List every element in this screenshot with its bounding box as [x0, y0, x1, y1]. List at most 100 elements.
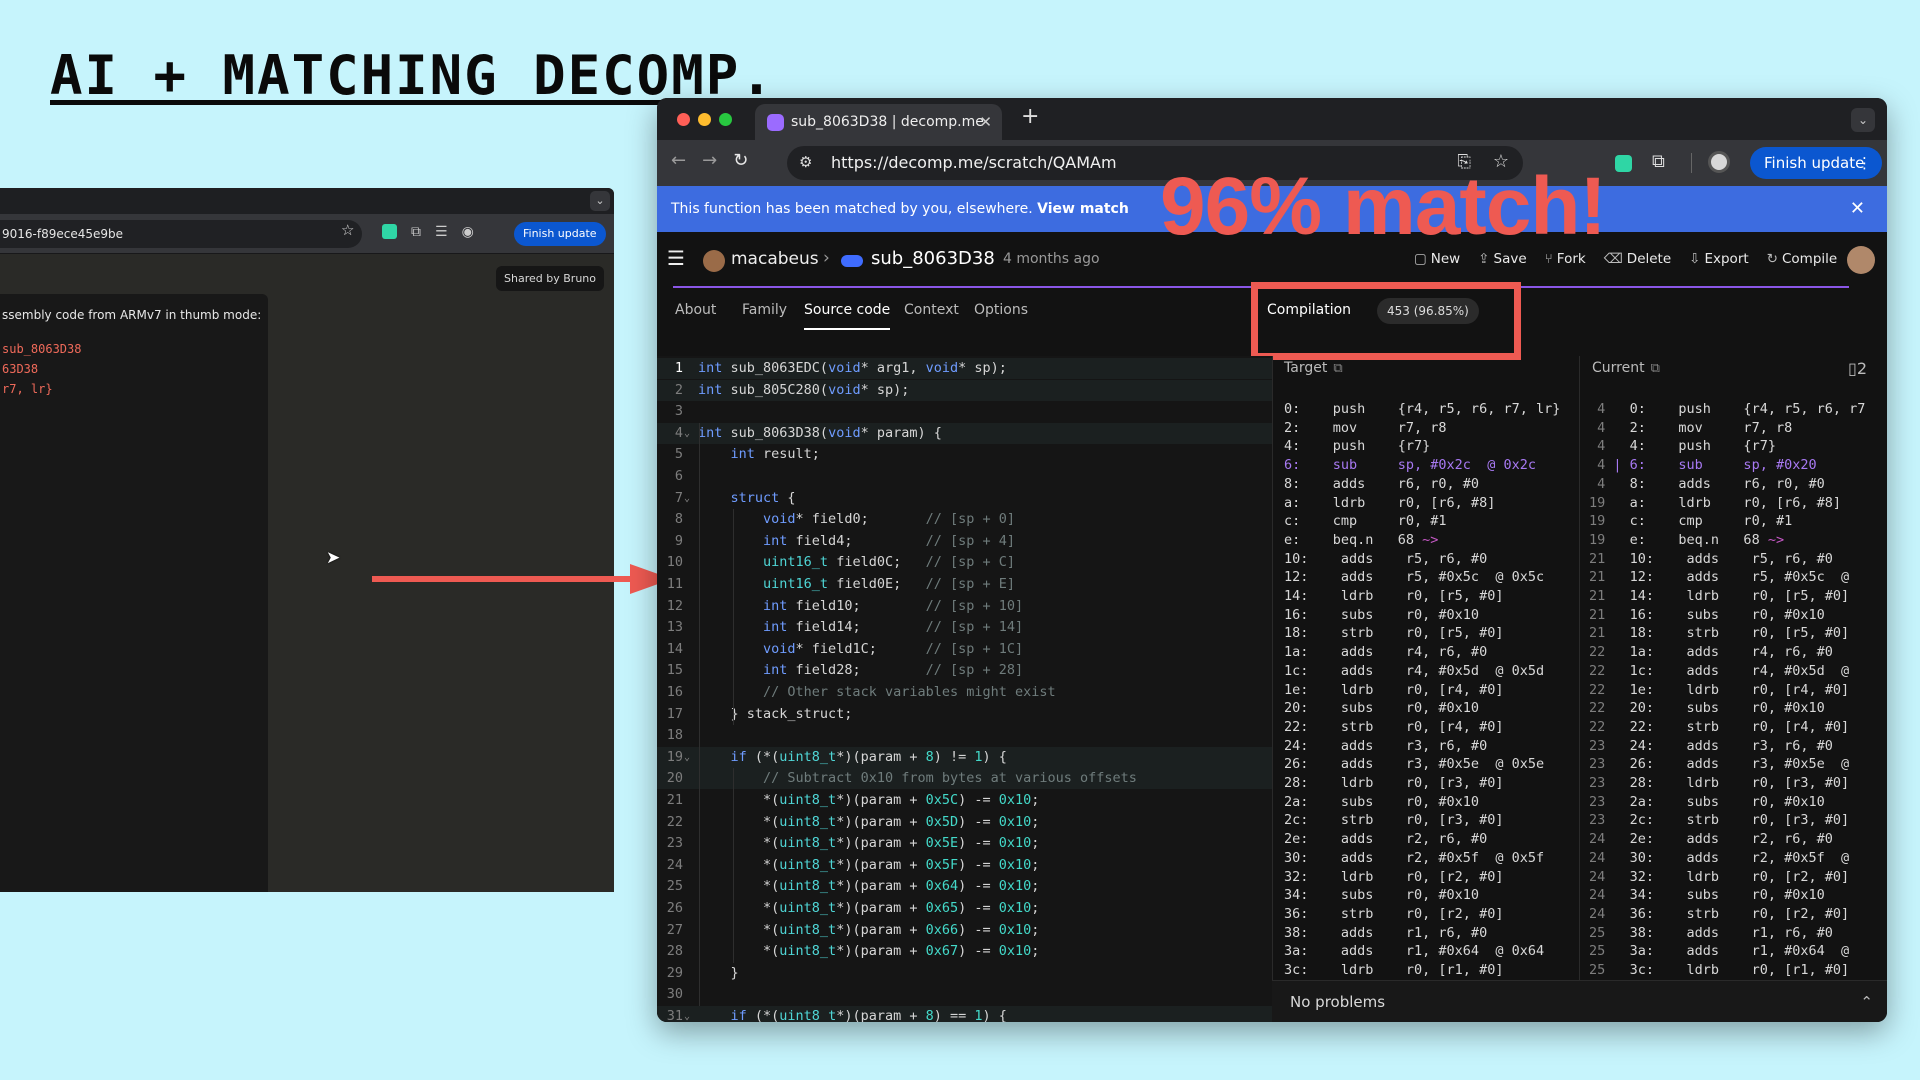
back-icon[interactable]: ← [671, 150, 686, 171]
code-line[interactable]: 24 *(uint8_t*)(param + 0x5F) -= 0x10; [657, 855, 1272, 876]
code-line[interactable]: 30 [657, 984, 1272, 1005]
puzzle-icon[interactable]: ⧉ [1652, 151, 1665, 172]
problems-bar[interactable]: No problems ⌃ [1272, 980, 1887, 1022]
fold-chevron-icon[interactable]: ⌄ [684, 747, 690, 768]
source-code-editor[interactable]: 1 int sub_8063EDC(void* arg1, void* sp); 2… [657, 356, 1272, 1022]
code-line[interactable]: 5 int result; [657, 444, 1272, 465]
fold-chevron-icon[interactable]: ⌄ [684, 423, 690, 444]
browser-tab[interactable]: sub_8063D38 | decomp.me ✕ [755, 104, 1002, 140]
new-tab-icon[interactable]: + [1021, 104, 1039, 129]
asm-line: 4 0: push {r4, r5, r6, r7 [1589, 401, 1866, 417]
code-line[interactable]: 3 [657, 401, 1272, 422]
asm-line: 21 12: adds r5, #0x5c @ [1589, 569, 1850, 586]
code-line[interactable]: 7 ⌄ struct { [657, 488, 1272, 509]
asm-line: 25 3c: ldrb r0, [r1, #0] [1589, 962, 1850, 978]
extension-icon[interactable] [1615, 155, 1632, 172]
code-line[interactable]: 16 // Other stack variables might exist [657, 682, 1272, 703]
code-line[interactable]: 2 int sub_805C280(void* sp); [657, 379, 1272, 401]
code-line[interactable]: 1 int sub_8063EDC(void* arg1, void* sp); [657, 358, 1272, 379]
hamburger-menu-icon[interactable]: ☰ [667, 246, 685, 270]
reload-icon[interactable]: ↻ [733, 150, 748, 171]
fold-chevron-icon[interactable]: ⌄ [684, 1006, 690, 1022]
code-line[interactable]: 23 *(uint8_t*)(param + 0x5E) -= 0x10; [657, 833, 1272, 854]
code-line[interactable]: 9 int field4; // [sp + 4] [657, 531, 1272, 552]
code-line[interactable]: 15 int field28; // [sp + 28] [657, 660, 1272, 681]
url-text[interactable]: https://decomp.me/scratch/QAMAm [831, 146, 1117, 180]
minimize-window-icon[interactable] [698, 113, 711, 126]
code-line[interactable]: 31 ⌄ if (*(uint8_t*)(param + 8) == 1) { [657, 1006, 1272, 1022]
asm-line: 12: adds r5, #0x5c @ 0x5c [1284, 569, 1545, 586]
tab-close-icon[interactable]: ✕ [979, 104, 992, 140]
bg-finish-update-button[interactable]: Finish update [514, 222, 606, 246]
line-number: 21 [666, 792, 683, 808]
code-text: } stack_struct; [698, 705, 853, 722]
code-line[interactable]: 20 // Subtract 0x10 from bytes at variou… [657, 768, 1272, 790]
site-settings-icon[interactable]: ⚙ [799, 153, 812, 171]
export-button[interactable]: ⇩ Export [1689, 251, 1749, 267]
code-line[interactable]: 17 } stack_struct; [657, 704, 1272, 725]
code-line[interactable]: 21 *(uint8_t*)(param + 0x5C) -= 0x10; [657, 790, 1272, 811]
code-line[interactable]: 25 *(uint8_t*)(param + 0x64) -= 0x10; [657, 876, 1272, 897]
tab-options[interactable]: Options [974, 302, 1028, 318]
code-text: *(uint8_t*)(param + 0x5D) -= 0x10; [698, 813, 1040, 830]
code-line[interactable]: 18 [657, 725, 1272, 746]
code-text: int sub_805C280(void* sp); [698, 381, 910, 398]
code-line[interactable]: 19 ⌄ if (*(uint8_t*)(param + 8) != 1) { [657, 746, 1272, 768]
bg-extension-icon[interactable] [382, 224, 397, 239]
banner-text: This function has been matched by you, e… [671, 201, 1038, 217]
code-line[interactable]: 28 *(uint8_t*)(param + 0x67) -= 0x10; [657, 941, 1272, 962]
bg-url-field[interactable]: 9016-f89ece45e9be [0, 220, 362, 248]
bg-tab-search-icon[interactable]: ⌄ [590, 191, 610, 211]
code-line[interactable]: 4 ⌄ int sub_8063D38(void* param) { [657, 422, 1272, 444]
view-match-link[interactable]: View match [1037, 201, 1129, 217]
copy-icon[interactable]: ⧉ [1651, 361, 1660, 376]
line-number: 10 [666, 554, 683, 571]
tab-search-icon[interactable]: ⌄ [1851, 108, 1875, 132]
finish-update-button[interactable]: Finish update ⋮ [1750, 147, 1882, 179]
code-line[interactable]: 13 int field14; // [sp + 14] [657, 617, 1272, 638]
code-text: *(uint8_t*)(param + 0x65) -= 0x10; [698, 900, 1040, 916]
code-line[interactable]: 8 void* field0; // [sp + 0] [657, 509, 1272, 530]
maximize-window-icon[interactable] [719, 113, 732, 126]
scratch-name[interactable]: sub_8063D38 [871, 248, 995, 269]
account-avatar[interactable] [1847, 246, 1875, 274]
tab-about[interactable]: About [675, 302, 716, 318]
code-line[interactable]: 12 int field10; // [sp + 10] [657, 596, 1272, 617]
tab-family[interactable]: Family [742, 302, 787, 318]
asm-line: 22 1a: adds r4, r6, #0 [1589, 644, 1833, 661]
tab-context[interactable]: Context [904, 302, 959, 318]
more-menu-icon[interactable]: ⋮ [1857, 147, 1872, 179]
bg-puzzle-icon[interactable]: ⧉ [411, 224, 421, 240]
bg-profile-icon[interactable]: ◉ [462, 224, 474, 240]
profile-avatar[interactable] [1708, 151, 1730, 173]
pane-divider[interactable] [1272, 356, 1273, 1022]
user-avatar[interactable] [703, 250, 725, 272]
tab-source-code[interactable]: Source code [804, 302, 891, 330]
code-line[interactable]: 6 [657, 466, 1272, 487]
code-line[interactable]: 26 *(uint8_t*)(param + 0x65) -= 0x10; [657, 898, 1272, 919]
username-link[interactable]: macabeus [731, 249, 819, 269]
delete-button[interactable]: ⌫ Delete [1604, 251, 1671, 267]
asm-line: 23 26: adds r3, #0x5e @ [1589, 756, 1850, 773]
three-way-diff-icon[interactable]: ▯2 [1848, 359, 1867, 378]
code-line[interactable]: 11 uint16_t field0E; // [sp + E] [657, 574, 1272, 595]
chevron-up-icon[interactable]: ⌃ [1860, 981, 1873, 1022]
code-line[interactable]: 29 } [657, 963, 1272, 984]
banner-close-icon[interactable]: ✕ [1850, 186, 1865, 232]
code-line[interactable]: 14 void* field1C; // [sp + 1C] [657, 639, 1272, 660]
copy-icon[interactable]: ⧉ [1333, 361, 1342, 376]
asm-line: 24 32: ldrb r0, [r2, #0] [1589, 868, 1850, 885]
forward-icon[interactable]: → [702, 150, 717, 171]
line-number: 23 [666, 835, 683, 852]
bg-bookmark-star-icon[interactable]: ☆ [341, 221, 354, 239]
code-line[interactable]: 27 *(uint8_t*)(param + 0x66) -= 0x10; [657, 920, 1272, 941]
fold-chevron-icon[interactable]: ⌄ [684, 488, 690, 509]
export-label: Export [1704, 251, 1749, 267]
line-number: 29 [666, 964, 683, 981]
compile-button[interactable]: ↻ Compile [1767, 251, 1838, 267]
asm-line: 18: strb r0, [r5, #0] [1284, 625, 1504, 642]
code-line[interactable]: 22 *(uint8_t*)(param + 0x5D) -= 0x10; [657, 812, 1272, 833]
code-line[interactable]: 10 uint16_t field0C; // [sp + C] [657, 552, 1272, 573]
close-window-icon[interactable] [677, 113, 690, 126]
bg-reading-list-icon[interactable]: ☰ [435, 224, 448, 240]
